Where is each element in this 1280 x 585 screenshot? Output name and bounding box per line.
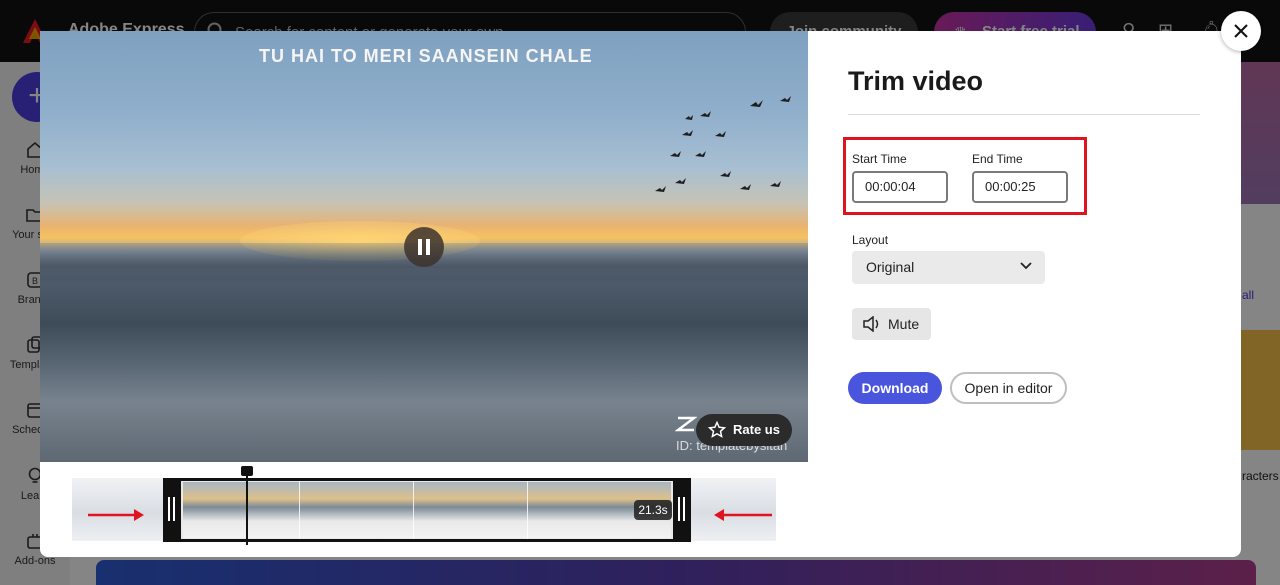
dialog-title: Trim video (848, 66, 984, 96)
open-in-editor-button[interactable]: Open in editor (950, 372, 1067, 404)
capcut-logo-icon (675, 416, 697, 432)
star-icon (708, 421, 726, 438)
trim-start-handle[interactable] (163, 478, 181, 542)
end-time-input[interactable]: 00:00:25 (972, 171, 1068, 203)
trim-duration-badge: 21.3s (634, 500, 672, 520)
red-arrow-right-annotation (88, 509, 144, 521)
video-caption-text: TU HAI TO MERI SAANSEIN CHALE (259, 46, 593, 66)
close-dialog-button[interactable] (1221, 11, 1261, 51)
start-time-label: Start Time (852, 152, 907, 166)
speaker-icon (863, 316, 879, 332)
mute-label: Mute (888, 316, 920, 332)
chevron-down-icon (1020, 262, 1032, 270)
layout-selected-value: Original (866, 259, 915, 275)
red-arrow-left-annotation (714, 509, 772, 521)
trim-end-handle[interactable] (673, 478, 691, 542)
trim-selection-frame (163, 478, 691, 542)
end-time-label: End Time (972, 152, 1023, 166)
video-preview[interactable]: TU HAI TO MERI SAANSEIN CHALE ID: templa… (40, 31, 808, 462)
start-time-input[interactable]: 00:00:04 (852, 171, 948, 203)
download-button[interactable]: Download (848, 372, 942, 404)
pause-icon (418, 239, 430, 255)
mute-button[interactable]: Mute (852, 308, 931, 340)
title-divider (848, 114, 1200, 115)
trim-video-dialog: TU HAI TO MERI SAANSEIN CHALE ID: templa… (40, 31, 1241, 557)
rate-us-label: Rate us (733, 422, 780, 437)
pause-button[interactable] (404, 227, 444, 267)
rate-us-button[interactable]: Rate us (696, 414, 792, 446)
layout-label: Layout (852, 233, 889, 247)
close-icon (1234, 24, 1248, 38)
birds-graphic (655, 96, 791, 192)
playhead-line[interactable] (246, 471, 248, 545)
layout-dropdown[interactable]: Original (852, 251, 1045, 284)
